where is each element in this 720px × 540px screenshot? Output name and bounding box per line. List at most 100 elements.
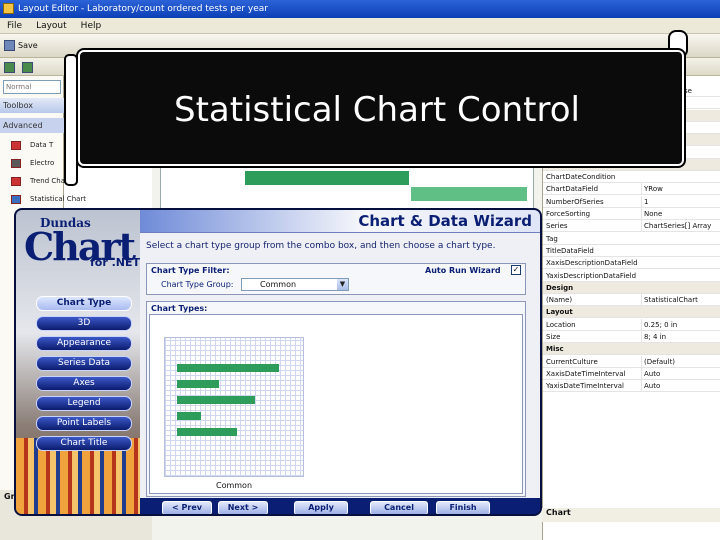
window-title: Layout Editor - Laboratory/count ordered…: [18, 4, 269, 14]
tool-data-table[interactable]: Data T: [8, 137, 64, 153]
property-row[interactable]: ChartDataField YRow: [543, 183, 720, 196]
property-name: XaxisDescriptionDataField: [546, 259, 638, 268]
property-name: (Name): [546, 296, 573, 305]
property-value[interactable]: 8; 4 in: [641, 331, 720, 343]
property-row[interactable]: ForceSorting None: [543, 208, 720, 220]
property-row[interactable]: Size 8; 4 in: [543, 331, 720, 343]
thumbnail-bar: [177, 428, 237, 436]
nav-axes[interactable]: Axes: [36, 376, 132, 391]
table-icon: [11, 141, 21, 150]
property-name: Tag: [546, 234, 558, 243]
slide-caption: Statistical Chart Control: [78, 50, 684, 166]
electro-icon: [11, 159, 21, 168]
property-name: YaxisDateTimeInterval: [546, 382, 625, 391]
nav-legend[interactable]: Legend: [36, 396, 132, 411]
menu-bar: File Layout Help: [0, 18, 720, 34]
auto-run-checkbox[interactable]: ✓: [511, 265, 521, 275]
chart-types-list[interactable]: Common: [149, 314, 523, 494]
property-name: YaxisDescriptionDataField: [546, 271, 637, 280]
design-bar: [411, 187, 527, 201]
property-row[interactable]: YaxisDescriptionDataField: [543, 270, 720, 282]
property-row[interactable]: Location 0.25; 0 in: [543, 318, 720, 331]
cancel-button[interactable]: Cancel: [370, 501, 428, 514]
trend-chart-icon: [11, 177, 21, 186]
property-row[interactable]: Tag: [543, 233, 720, 245]
logo-platform: for .NET: [90, 256, 140, 269]
property-name: TitleDataField: [546, 246, 594, 255]
nav-chart-type[interactable]: Chart Type: [36, 296, 132, 311]
toolbox-header: Toolbox: [0, 98, 64, 113]
chevron-down-icon: ▼: [337, 279, 348, 290]
property-value[interactable]: 1: [641, 195, 720, 208]
property-row[interactable]: ChartDateCondition: [543, 171, 720, 184]
property-row[interactable]: TitleDataField: [543, 245, 720, 257]
scroll-ornament-left: [64, 54, 78, 186]
property-name: Series: [546, 222, 568, 231]
tool-statistical-chart[interactable]: Statistical Chart: [8, 191, 86, 207]
property-row[interactable]: Series ChartSeries[] Array: [543, 220, 720, 233]
app-icon: [3, 3, 14, 14]
property-value[interactable]: 0.25; 0 in: [641, 318, 720, 331]
chart-wizard-dialog: Dundas Chart for .NET Chart Type 3D Appe…: [14, 208, 542, 516]
wizard-sidebar: Dundas Chart for .NET Chart Type 3D Appe…: [16, 210, 140, 514]
save-icon: [4, 40, 15, 51]
property-value[interactable]: None: [641, 208, 720, 220]
property-row[interactable]: Misc: [543, 343, 720, 356]
chart-type-group-select[interactable]: Common ▼: [241, 278, 349, 291]
chart-type-thumbnail[interactable]: [164, 337, 304, 477]
property-name: ChartDateCondition: [546, 173, 616, 182]
nav-point-labels[interactable]: Point Labels: [36, 416, 132, 431]
group-pane-label: Gr: [4, 492, 15, 501]
property-row[interactable]: XaxisDateTimeInterval Auto: [543, 367, 720, 380]
nav-appearance[interactable]: Appearance: [36, 336, 132, 351]
next-button[interactable]: Next >: [218, 501, 268, 514]
property-row[interactable]: YaxisDateTimeInterval Auto: [543, 380, 720, 393]
filter-label: Chart Type Filter:: [151, 266, 230, 275]
property-name: Size: [546, 333, 561, 341]
apply-button[interactable]: Apply: [294, 501, 348, 514]
property-row[interactable]: Design: [543, 281, 720, 294]
wizard-instruction: Select a chart type group from the combo…: [146, 241, 496, 251]
menu-file[interactable]: File: [0, 18, 29, 34]
property-description: Chart: [542, 508, 720, 522]
chart-types-group: Chart Types: Common: [146, 301, 526, 497]
view-combo[interactable]: Normal: [3, 80, 61, 94]
wizard-header: Chart & Data Wizard: [140, 210, 540, 232]
title-bar: Layout Editor - Laboratory/count ordered…: [0, 0, 720, 18]
property-name: Misc: [546, 345, 564, 354]
property-value[interactable]: (Default): [641, 355, 720, 368]
undo-button[interactable]: [4, 60, 18, 75]
prev-button[interactable]: < Prev: [162, 501, 212, 514]
property-value[interactable]: ChartSeries[] Array: [641, 220, 720, 233]
thumbnail-bar: [177, 364, 279, 372]
property-row[interactable]: XaxisDescriptionDataField: [543, 257, 720, 270]
property-value[interactable]: StatisticalChart: [641, 294, 720, 307]
statistical-chart-icon: [11, 195, 21, 204]
redo-button[interactable]: [22, 60, 36, 75]
thumbnail-caption: Common: [215, 481, 253, 490]
finish-button[interactable]: Finish: [436, 501, 490, 514]
property-value[interactable]: YRow: [641, 183, 720, 196]
nav-chart-title[interactable]: Chart Title: [36, 436, 132, 451]
property-row[interactable]: (Name) StatisticalChart: [543, 294, 720, 307]
tool-trend-chart[interactable]: Trend Chart: [8, 173, 71, 189]
thumbnail-bar: [177, 412, 201, 420]
save-button[interactable]: Save: [4, 38, 38, 53]
wizard-title: Chart & Data Wizard: [358, 212, 532, 230]
tool-electro[interactable]: Electro: [8, 155, 64, 171]
property-row[interactable]: NumberOfSeries 1: [543, 195, 720, 208]
nav-3d[interactable]: 3D: [36, 316, 132, 331]
menu-layout[interactable]: Layout: [29, 18, 74, 34]
property-row[interactable]: CurrentCulture (Default): [543, 355, 720, 368]
property-row[interactable]: Layout: [543, 306, 720, 319]
property-name: Location: [546, 320, 576, 329]
menu-help[interactable]: Help: [74, 18, 109, 34]
property-name: ForceSorting: [546, 210, 591, 218]
wizard-footer: < Prev Next > Apply Cancel Finish: [140, 498, 540, 514]
advanced-section[interactable]: Advanced: [0, 118, 64, 133]
property-name: Design: [546, 283, 574, 292]
property-value[interactable]: Auto: [641, 380, 720, 393]
property-value[interactable]: Auto: [641, 367, 720, 380]
nav-series-data[interactable]: Series Data: [36, 356, 132, 371]
design-bar: [245, 171, 409, 185]
